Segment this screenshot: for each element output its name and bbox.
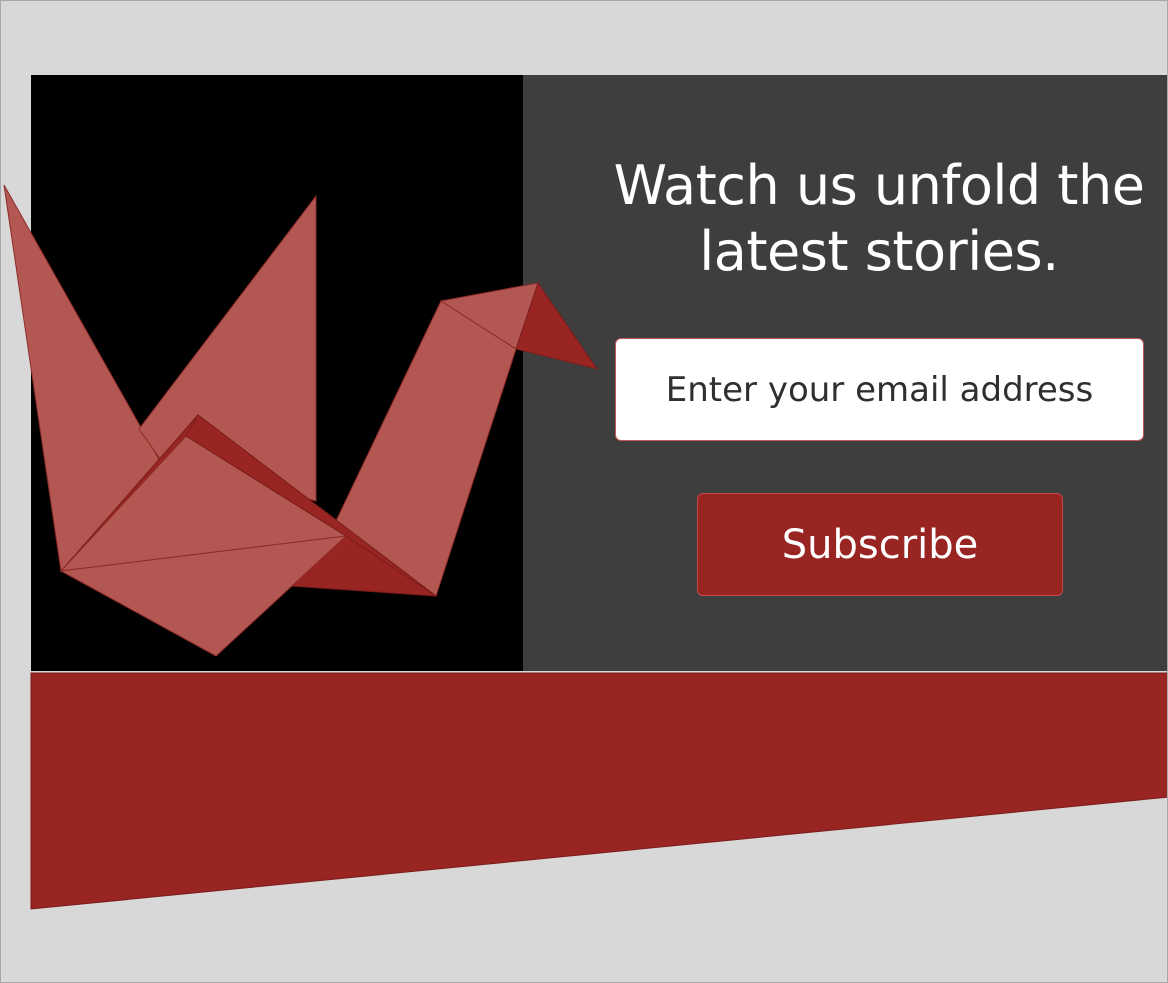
red-ribbon-shape (30, 672, 1167, 910)
newsletter-signup-canvas: Watch us unfold the latest stories. Subs… (0, 0, 1168, 983)
signup-headline: Watch us unfold the latest stories. (589, 153, 1167, 285)
headline-line-1: Watch us unfold the (613, 154, 1145, 217)
headline-line-2: latest stories. (699, 220, 1059, 283)
email-field[interactable] (615, 338, 1144, 441)
subscribe-button[interactable]: Subscribe (697, 493, 1063, 596)
crane-panel (31, 75, 523, 671)
